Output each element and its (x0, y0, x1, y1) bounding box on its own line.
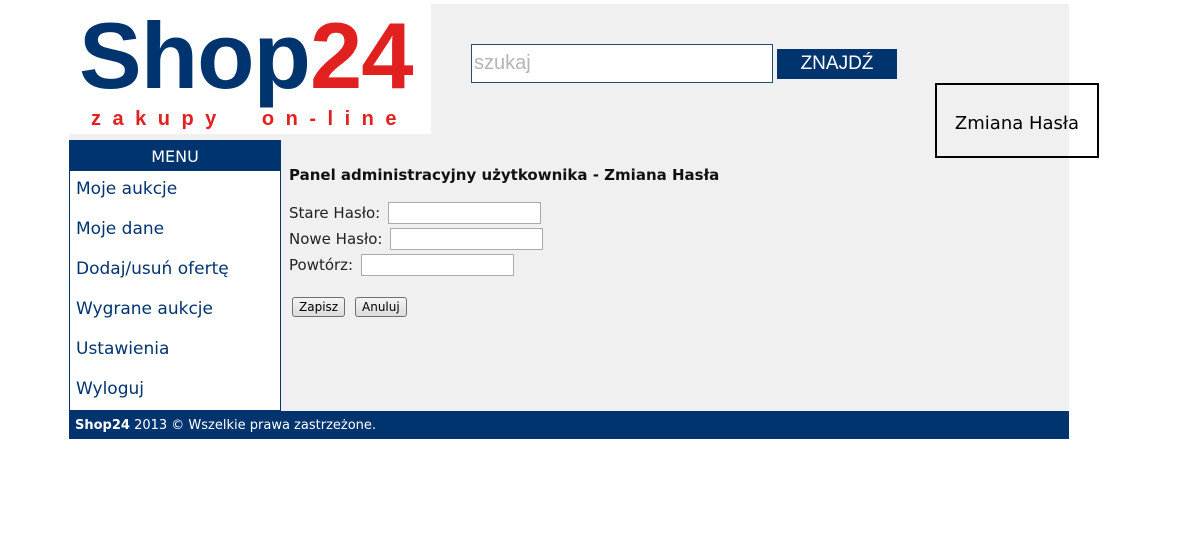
repeat-password-row: Powtórz: (289, 254, 515, 276)
logo-brand-text: Shop (79, 3, 311, 108)
sidebar-item-wygrane-aukcje[interactable]: Wygrane aukcje (70, 291, 280, 331)
new-password-row: Nowe Hasło: (289, 228, 544, 250)
sidebar-item-moje-dane[interactable]: Moje dane (70, 211, 280, 251)
save-button[interactable]: Zapisz (292, 297, 346, 317)
new-password-field[interactable] (390, 228, 544, 250)
sidebar-item-dodaj-usun-oferte[interactable]: Dodaj/usuń ofertę (70, 251, 280, 291)
cancel-button[interactable]: Anuluj (355, 297, 407, 317)
search-input[interactable] (471, 44, 773, 83)
logo-wordmark: Shop24 (79, 3, 414, 108)
logo-tagline: zakupy on-line (91, 108, 408, 130)
old-password-field[interactable] (388, 202, 542, 224)
password-change-panel: Panel administracyjny użytkownika - Zmia… (289, 166, 720, 317)
menu-header: MENU (70, 141, 280, 171)
repeat-password-label: Powtórz: (289, 256, 354, 274)
old-password-row: Stare Hasło: (289, 202, 542, 224)
site-logo[interactable]: Shop24 zakupy on-line (69, 4, 431, 134)
page-title-box: Zmiana Hasła (935, 83, 1099, 158)
footer: Shop24 2013 © Wszelkie prawa zastrzeżone… (69, 411, 1069, 439)
sidebar-item-wyloguj[interactable]: Wyloguj (70, 371, 280, 411)
sidebar-menu: MENU Moje aukcje Moje dane Dodaj/usuń of… (69, 140, 281, 411)
menu-list: Moje aukcje Moje dane Dodaj/usuń ofertę … (70, 171, 280, 411)
panel-title: Panel administracyjny użytkownika - Zmia… (289, 166, 720, 184)
search-button[interactable]: ZNAJDŹ (777, 49, 897, 79)
footer-brand: Shop24 (75, 418, 130, 433)
footer-copyright: 2013 © Wszelkie prawa zastrzeżone. (129, 418, 377, 433)
new-password-label: Nowe Hasło: (289, 230, 383, 248)
sidebar-item-ustawienia[interactable]: Ustawienia (70, 331, 280, 371)
logo-brand-number: 24 (309, 3, 414, 108)
sidebar-item-moje-aukcje[interactable]: Moje aukcje (70, 171, 280, 211)
repeat-password-field[interactable] (361, 254, 515, 276)
old-password-label: Stare Hasło: (289, 204, 381, 222)
